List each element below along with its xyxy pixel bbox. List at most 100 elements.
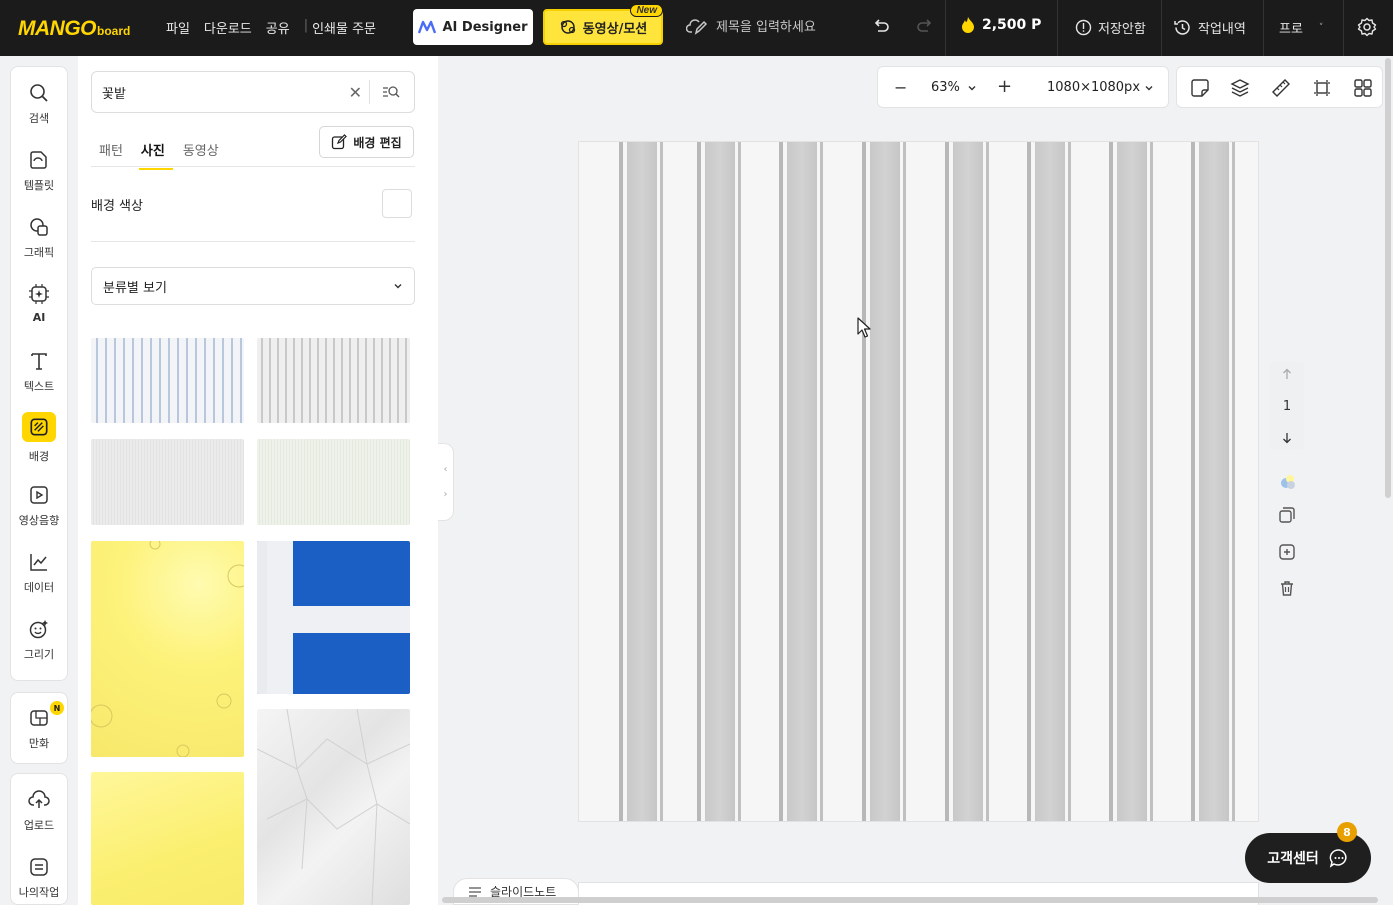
rail-ai[interactable]: AI [10,283,68,324]
vertical-scrollbar[interactable] [1385,58,1391,498]
zoom-out-button[interactable]: − [894,78,907,97]
settings-gear-icon[interactable] [1357,17,1377,41]
panel-collapse-toggle[interactable]: ‹ › [438,443,454,521]
graphic-shapes-icon [30,218,48,236]
edit-cloud-icon [686,18,708,35]
video-play-icon [30,486,48,504]
page-navigator: 1 [1270,362,1304,450]
photo-thumbnail-light-gray-lines[interactable] [91,439,244,525]
photo-thumbnail-yellow-bubbles[interactable] [91,541,244,757]
add-page-icon[interactable] [1278,543,1296,561]
horizontal-scrollbar-thumb[interactable] [442,897,1378,903]
panel-tabs: 패턴 사진 동영상 [99,140,219,170]
undo-icon[interactable] [871,16,891,40]
striped-background-image [579,142,1258,821]
redo-icon[interactable] [915,16,935,40]
rail-comic[interactable]: 만화 N [10,701,68,751]
photo-thumbnail-gray-stripes[interactable] [257,338,410,423]
rail-media[interactable]: 영상음향 [10,484,68,528]
top-bar: MANGO board 파일 다운로드 공유 | 인쇄물 주문 AI Desig… [0,0,1393,56]
header-divider [1343,0,1344,56]
grid-view-icon[interactable] [1353,78,1373,98]
chevron-down-icon[interactable] [967,83,977,93]
edit-background-button[interactable]: 배경 편집 [319,126,414,158]
rail-background-label: 배경 [28,450,50,463]
zoom-toolbar: − 63% + 1080×1080px [877,66,1169,108]
ruler-icon[interactable] [1271,78,1291,98]
save-status[interactable]: 저장안함 [1075,18,1146,37]
rail-draw[interactable]: 그리기 [10,618,68,662]
rail-search[interactable]: 검색 [10,82,68,126]
menu-download[interactable]: 다운로드 [204,18,252,37]
rail-data[interactable]: 데이터 [10,551,68,595]
photo-thumbnail-yellow-texture[interactable] [91,772,244,905]
tab-pattern[interactable]: 패턴 [99,140,123,159]
search-filter-icon[interactable] [382,83,400,105]
background-pattern-icon [30,418,48,436]
menu-print[interactable]: 인쇄물 주문 [312,18,376,37]
rail-graphic-label: 그래픽 [23,246,55,259]
chevron-right-icon: › [443,489,448,500]
menu-separator: | [303,18,309,33]
ai-designer-button[interactable]: AI Designer [413,9,533,45]
history-label: 작업내역 [1198,22,1246,37]
ai-designer-icon [418,20,437,34]
horizontal-scrollbar[interactable] [440,897,1380,903]
photo-thumbnail-blue-flag[interactable] [257,541,410,694]
history-button[interactable]: 작업내역 [1173,18,1246,37]
section-divider [91,241,415,242]
canvas-size[interactable]: 1080×1080px [1047,80,1140,95]
rail-upload[interactable]: 업로드 [10,789,68,833]
search-input-value: 꽃밭 [102,86,126,102]
clear-search-icon[interactable]: ✕ [349,83,362,102]
canvas-tools [1176,66,1383,108]
duplicate-page-icon[interactable] [1278,506,1296,524]
header-divider [1263,0,1264,56]
rail-text[interactable]: 텍스트 [10,350,68,394]
tab-video[interactable]: 동영상 [183,140,219,159]
arrow-down-icon[interactable] [1281,432,1293,444]
rail-template[interactable]: 템플릿 [10,149,68,193]
rail-graphic[interactable]: 그래픽 [10,216,68,260]
photo-thumbnail-blue-stripes[interactable] [91,338,244,423]
fit-frame-icon[interactable] [1312,78,1332,98]
tab-photo[interactable]: 사진 [138,140,173,170]
page-color-icon[interactable] [1278,473,1296,491]
rail-mywork[interactable]: 나의작업 [10,856,68,900]
design-canvas[interactable] [578,141,1259,822]
chevron-down-icon[interactable] [1144,83,1154,93]
video-motion-button[interactable]: 동영상/모션 New [543,4,663,45]
logo-text: MANGO [18,17,97,40]
edit-pencil-icon [332,134,348,150]
main-menu: 파일 다운로드 공유 | 인쇄물 주문 [166,18,390,37]
points-value: 2,500 P [982,17,1042,33]
category-select[interactable]: 분류별 보기 [91,267,415,305]
sticker-icon[interactable] [1190,78,1210,98]
menu-file[interactable]: 파일 [166,18,190,37]
rail-media-label: 영상음향 [18,514,60,527]
flag-horizontal-band [267,606,410,633]
photo-thumbnail-pale-green-lines[interactable] [257,439,410,525]
customer-center-button[interactable]: 고객센터 8 [1245,822,1371,883]
search-input[interactable]: 꽃밭 ✕ [91,71,415,113]
zoom-level[interactable]: 63% [931,80,960,95]
zoom-in-button[interactable]: + [997,76,1012,97]
profile-menu[interactable]: 프로 ˅ [1279,18,1323,37]
logo[interactable]: MANGO board [18,17,130,41]
arrow-up-icon[interactable] [1281,368,1293,380]
rail-template-label: 템플릿 [23,179,55,192]
category-select-value: 분류별 보기 [103,280,167,296]
rail-background[interactable]: 배경 [10,412,68,464]
layers-icon[interactable] [1230,78,1250,98]
video-motion-label: 동영상/모션 [582,21,648,37]
flame-icon [962,17,974,33]
rail-background-active-bg [22,412,56,442]
notification-count-badge: 8 [1337,822,1357,842]
menu-share[interactable]: 공유 [266,18,290,37]
photo-thumbnail-crumpled-paper[interactable] [257,709,410,905]
points-balance[interactable]: 2,500 P [960,16,1041,34]
document-title-placeholder: 제목을 입력하세요 [716,20,816,35]
background-color-swatch[interactable] [382,189,412,218]
document-title-input[interactable]: 제목을 입력하세요 [686,16,816,35]
trash-icon[interactable] [1278,579,1296,597]
